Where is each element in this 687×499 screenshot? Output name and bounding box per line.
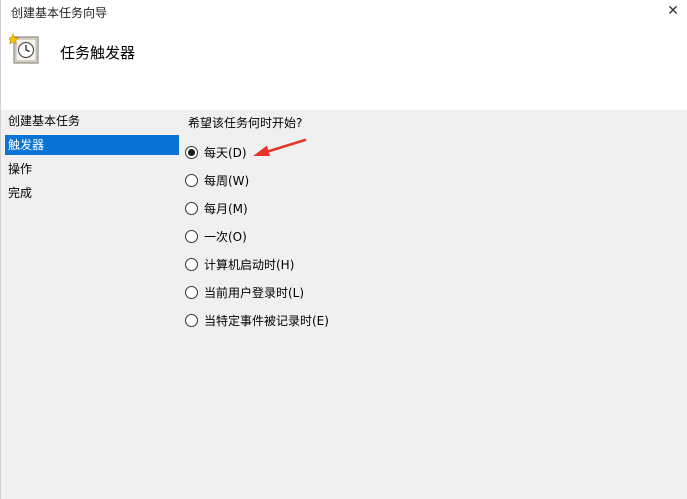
radio-label: 每月(M) bbox=[204, 201, 248, 216]
wizard-body: 创建基本任务 触发器 操作 完成 希望该任务何时开始? 每天(D) 每周(W) bbox=[1, 110, 687, 499]
radio-daily[interactable]: 每天(D) bbox=[185, 142, 247, 162]
radio-label: 当特定事件被记录时(E) bbox=[204, 313, 329, 328]
radio-button[interactable] bbox=[185, 173, 198, 187]
radio-once[interactable]: 一次(O) bbox=[185, 226, 247, 246]
wizard-steps-sidebar: 创建基本任务 触发器 操作 完成 bbox=[1, 110, 179, 499]
sidebar-item-label: 完成 bbox=[8, 186, 33, 200]
radio-button-selected[interactable] bbox=[185, 145, 198, 159]
wizard-window: 创建基本任务向导 ✕ 任务触发器 创建基本任务 触发器 操作 完成 希望该任务何… bbox=[0, 0, 687, 499]
radio-button[interactable] bbox=[185, 313, 198, 327]
sidebar-item-trigger[interactable]: 触发器 bbox=[5, 135, 179, 155]
radio-label: 当前用户登录时(L) bbox=[204, 285, 305, 300]
radio-button[interactable] bbox=[185, 201, 198, 215]
radio-at-startup[interactable]: 计算机启动时(H) bbox=[185, 254, 294, 274]
sidebar-item-finish[interactable]: 完成 bbox=[5, 183, 179, 203]
radio-label: 计算机启动时(H) bbox=[204, 257, 295, 272]
close-button[interactable]: ✕ bbox=[658, 0, 687, 22]
radio-button[interactable] bbox=[185, 285, 198, 299]
annotation-arrow-icon bbox=[253, 138, 307, 156]
sidebar-item-label: 操作 bbox=[8, 162, 33, 176]
radio-label: 一次(O) bbox=[204, 229, 247, 244]
task-scheduler-clock-icon bbox=[9, 33, 39, 64]
window-title: 创建基本任务向导 bbox=[11, 6, 108, 20]
radio-on-event[interactable]: 当特定事件被记录时(E) bbox=[185, 310, 329, 330]
radio-label: 每天(D) bbox=[204, 145, 247, 160]
sidebar-item-create-basic-task[interactable]: 创建基本任务 bbox=[5, 111, 179, 131]
radio-at-logon[interactable]: 当前用户登录时(L) bbox=[185, 282, 304, 302]
radio-dot bbox=[188, 148, 195, 156]
radio-monthly[interactable]: 每月(M) bbox=[185, 198, 248, 218]
wizard-header: 任务触发器 bbox=[1, 24, 687, 110]
title-bar: 创建基本任务向导 ✕ bbox=[1, 0, 687, 24]
trigger-question: 希望该任务何时开始? bbox=[188, 116, 303, 130]
close-icon: ✕ bbox=[667, 3, 679, 19]
radio-weekly[interactable]: 每周(W) bbox=[185, 170, 249, 190]
radio-button[interactable] bbox=[185, 257, 198, 271]
trigger-options-panel: 希望该任务何时开始? 每天(D) 每周(W) 每月(M) 一次(O) 计算机启动… bbox=[179, 110, 687, 499]
radio-label: 每周(W) bbox=[204, 173, 250, 188]
page-title: 任务触发器 bbox=[60, 44, 136, 62]
sidebar-item-label: 创建基本任务 bbox=[8, 114, 81, 128]
sidebar-item-action[interactable]: 操作 bbox=[5, 159, 179, 179]
sidebar-item-label: 触发器 bbox=[8, 138, 45, 152]
radio-button[interactable] bbox=[185, 229, 198, 243]
